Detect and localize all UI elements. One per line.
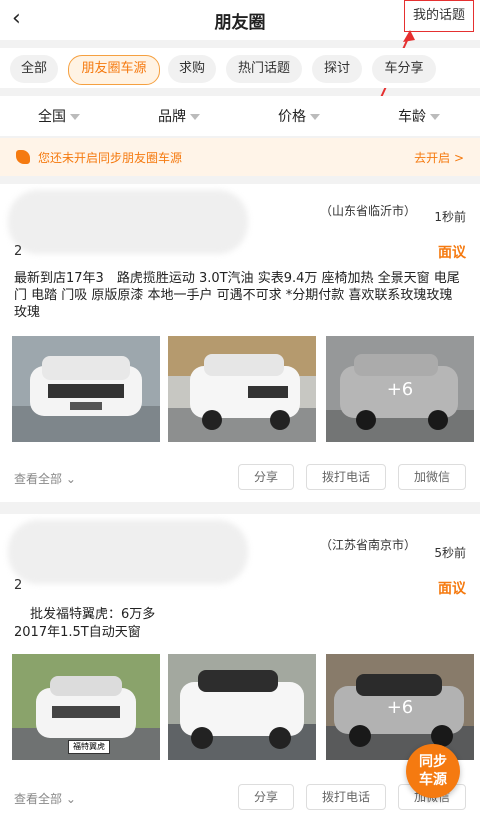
see-all-link[interactable]: 查看全部 ⌄ <box>14 790 76 807</box>
share-button[interactable]: 分享 <box>238 784 294 810</box>
post-description: 最新到店17年3 路虎揽胜运动 3.0T汽油 实表9.4万 座椅加热 全景天窗 … <box>14 271 460 320</box>
car-image-icon <box>168 336 316 442</box>
filter-region-label: 全国 <box>38 109 66 125</box>
share-button[interactable]: 分享 <box>238 464 294 490</box>
post-time: 5秒前 <box>434 546 466 560</box>
filter-car-age-label: 车龄 <box>398 109 426 125</box>
redacted-user-info <box>8 190 248 254</box>
caret-down-icon <box>190 114 200 120</box>
more-photos-count: +6 <box>326 336 474 442</box>
chip-discussion[interactable]: 探讨 <box>312 55 362 83</box>
post-description-line2: 2017年1.5T自动天窗 <box>14 625 141 640</box>
see-all-link[interactable]: 查看全部 ⌄ <box>14 470 76 487</box>
fab-line1: 同步 <box>419 754 447 770</box>
filter-bar: 全国 品牌 价格 车龄 <box>0 96 480 136</box>
post-description-line1: 批发福特翼虎：6万多 <box>30 607 156 622</box>
post-partial-text: 2 <box>14 244 23 259</box>
filter-car-age[interactable]: 车龄 <box>398 106 440 126</box>
post-location: （山东省临沂市） <box>319 204 416 218</box>
category-chips: 全部 朋友圈车源 求购 热门话题 探讨 车分享 <box>0 48 480 88</box>
sync-car-source-fab[interactable]: 同步 车源 <box>406 744 460 798</box>
car-photo-more[interactable]: +6 <box>326 336 474 442</box>
fab-line2: 车源 <box>419 772 447 788</box>
car-image-icon <box>168 654 316 760</box>
car-photo[interactable] <box>168 654 316 760</box>
post-partial-text: 2 <box>14 578 23 593</box>
caret-down-icon <box>70 114 80 120</box>
car-photo-more[interactable]: +6 <box>326 654 474 760</box>
post-card: （山东省临沂市） 1秒前 2 面议 最新到店17年3 路虎揽胜运动 3.0T汽油… <box>0 184 480 502</box>
filter-price[interactable]: 价格 <box>278 106 320 126</box>
caret-down-icon <box>430 114 440 120</box>
call-button[interactable]: 拨打电话 <box>306 784 386 810</box>
filter-price-label: 价格 <box>278 109 306 125</box>
chip-wanted[interactable]: 求购 <box>168 55 216 83</box>
filter-brand[interactable]: 品牌 <box>158 106 200 126</box>
filter-region[interactable]: 全国 <box>38 106 80 126</box>
chip-all[interactable]: 全部 <box>10 55 58 83</box>
filter-brand-label: 品牌 <box>158 109 186 125</box>
banner-text: 您还未开启同步朋友圈车源 <box>38 151 183 165</box>
add-wechat-button[interactable]: 加微信 <box>398 464 466 490</box>
car-image-icon <box>12 336 160 442</box>
megaphone-icon <box>16 150 30 164</box>
license-plate-label: 福特翼虎 <box>68 740 110 754</box>
car-photo[interactable] <box>12 336 160 442</box>
post-price: 面议 <box>438 581 466 597</box>
chip-friend-car-source[interactable]: 朋友圈车源 <box>68 55 160 85</box>
post-location: （江苏省南京市） <box>319 538 416 552</box>
redacted-user-info <box>8 520 248 584</box>
post-time: 1秒前 <box>434 210 466 224</box>
chip-car-share[interactable]: 车分享 <box>372 55 436 83</box>
sync-banner: 您还未开启同步朋友圈车源 去开启 > <box>0 138 480 176</box>
post-price: 面议 <box>438 245 466 261</box>
more-photos-count: +6 <box>326 654 474 760</box>
chip-hot-topics[interactable]: 热门话题 <box>226 55 302 83</box>
car-photo[interactable] <box>168 336 316 442</box>
caret-down-icon <box>310 114 320 120</box>
car-photo[interactable]: 福特翼虎 <box>12 654 160 760</box>
enable-sync-link[interactable]: 去开启 > <box>414 149 464 166</box>
call-button[interactable]: 拨打电话 <box>306 464 386 490</box>
